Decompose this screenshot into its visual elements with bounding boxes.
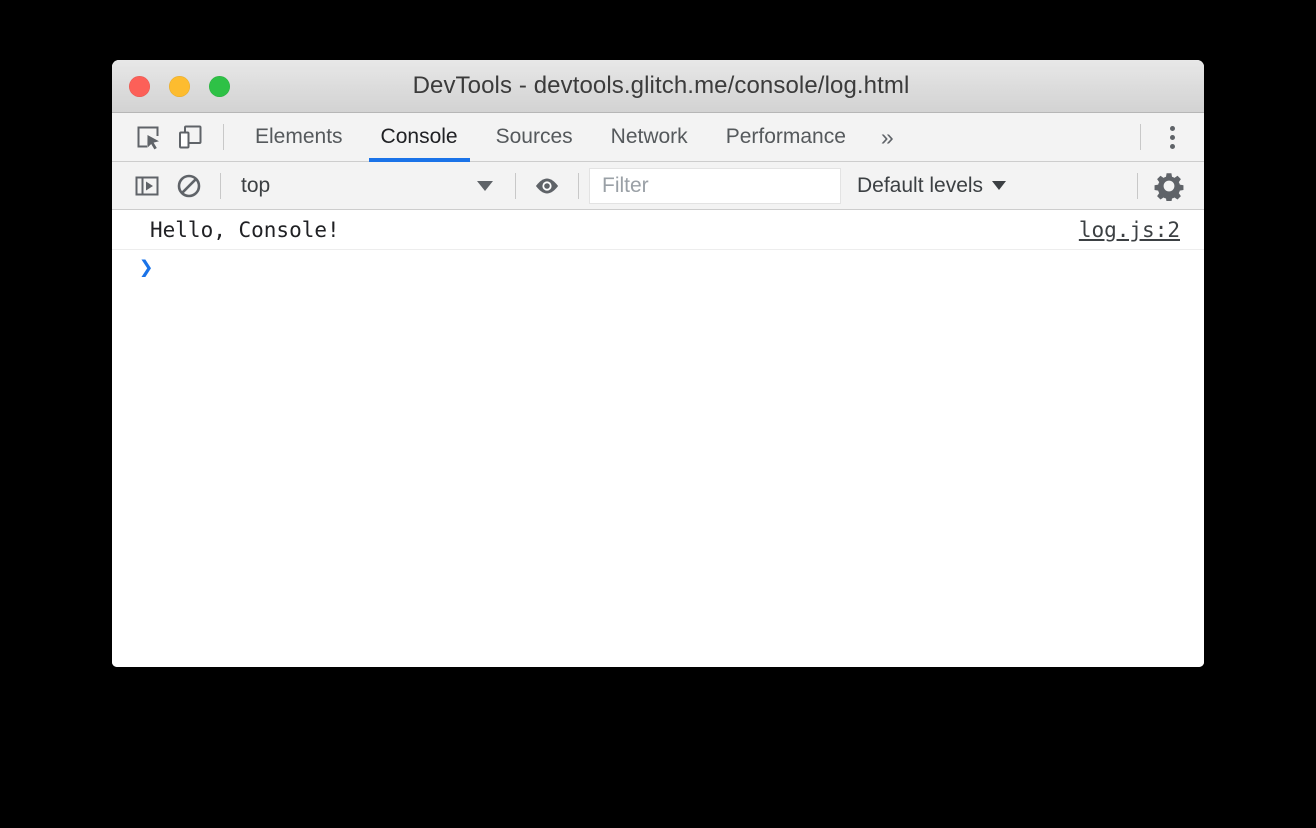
create-live-expression-icon[interactable] [526, 165, 568, 207]
devtools-tabbar: Elements Console Sources Network Perform… [112, 113, 1204, 162]
filter-placeholder: Filter [602, 173, 649, 197]
execution-context-value: top [241, 173, 271, 197]
chevron-down-icon [992, 181, 1007, 190]
tab-performance-label: Performance [725, 125, 846, 148]
console-message-row[interactable]: Hello, Console! log.js:2 [112, 210, 1204, 250]
console-toolbar: top Filter Default levels [112, 162, 1204, 210]
window-titlebar: DevTools - devtools.glitch.me/console/lo… [112, 60, 1204, 113]
more-options-icon[interactable] [1153, 118, 1191, 156]
settings-gear-icon[interactable] [1148, 165, 1190, 207]
clear-console-icon[interactable] [168, 165, 210, 207]
tab-network[interactable]: Network [592, 113, 707, 162]
log-levels-label: Default levels [857, 173, 984, 197]
tab-elements-label: Elements [255, 125, 343, 148]
console-toolbar-divider-1 [220, 172, 221, 199]
close-window-button[interactable] [129, 75, 150, 97]
console-toolbar-divider-4 [1137, 172, 1138, 199]
console-toolbar-right-group [1127, 165, 1204, 207]
console-message-area[interactable]: Hello, Console! log.js:2 ❯ [112, 210, 1204, 667]
maximize-window-button[interactable] [209, 75, 230, 97]
tab-console-label: Console [380, 125, 458, 148]
execution-context-selector[interactable]: top [231, 165, 505, 207]
tabbar-right-group [1128, 113, 1204, 162]
console-toolbar-divider-2 [515, 172, 516, 199]
console-prompt-row[interactable]: ❯ [112, 250, 1204, 290]
device-toolbar-icon[interactable] [169, 116, 211, 158]
traffic-lights [129, 60, 230, 112]
console-message-source-link[interactable]: log.js:2 [1079, 218, 1180, 242]
console-toolbar-divider-3 [578, 172, 579, 199]
tabbar-right-divider [1140, 124, 1141, 150]
tab-network-label: Network [610, 125, 688, 148]
tab-console[interactable]: Console [362, 113, 477, 162]
tab-performance[interactable]: Performance [707, 113, 865, 162]
more-tabs-label: » [880, 123, 894, 150]
console-message-text: Hello, Console! [150, 217, 340, 242]
minimize-window-button[interactable] [169, 75, 190, 97]
inspect-element-icon[interactable] [127, 116, 169, 158]
devtools-window: DevTools - devtools.glitch.me/console/lo… [112, 60, 1204, 667]
console-prompt-input[interactable] [153, 256, 1204, 282]
tab-sources-label: Sources [495, 125, 573, 148]
more-tabs-chevron-icon[interactable]: » [865, 113, 910, 162]
tabbar-divider [223, 124, 224, 150]
show-console-sidebar-icon[interactable] [126, 165, 168, 207]
window-title: DevTools - devtools.glitch.me/console/lo… [412, 72, 910, 99]
tab-elements[interactable]: Elements [236, 113, 362, 162]
log-levels-dropdown[interactable]: Default levels [841, 165, 1022, 207]
chevron-down-icon [477, 180, 493, 191]
prompt-chevron-icon: ❯ [139, 253, 154, 281]
tab-sources[interactable]: Sources [477, 113, 592, 162]
filter-input[interactable]: Filter [589, 167, 841, 204]
